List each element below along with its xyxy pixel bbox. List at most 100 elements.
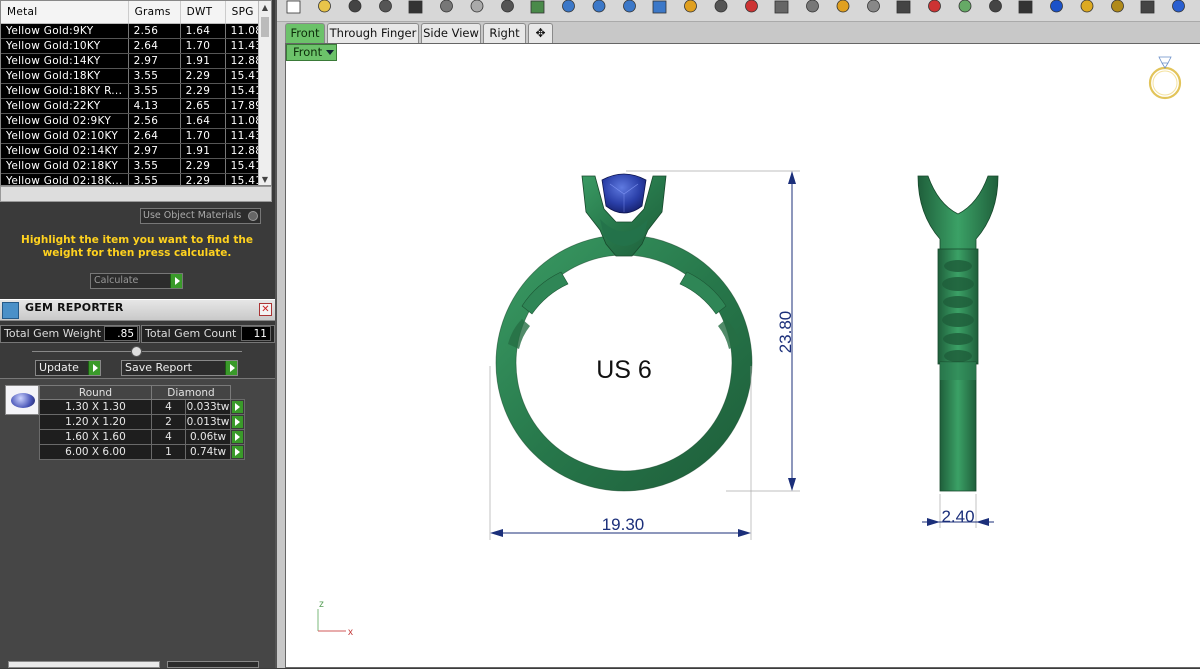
new-file-icon[interactable] [286,0,301,14]
calculate-label: Calculate [94,275,139,286]
metal-row[interactable]: Yellow Gold:18KY R... 3.55 2.29 15.41 [1,83,269,99]
tab-right[interactable]: Right [483,23,526,43]
metal-row[interactable]: Yellow Gold:18KY 3.55 2.29 15.41 [1,68,269,84]
light-icon[interactable] [867,0,880,13]
metal-row[interactable]: Yellow Gold:14KY 2.97 1.91 12.88 [1,53,269,69]
zoom-extents-icon[interactable] [652,0,667,14]
gem-row[interactable]: 1.30 X 1.30 4 0.033tw [39,399,245,415]
bottom-dropdown[interactable] [8,661,160,668]
metal-row[interactable]: Yellow Gold:10KY 2.64 1.70 11.43 [1,38,269,54]
bottom-controls [0,660,275,668]
gem-shape-header: Round [39,385,152,400]
add-tab-icon[interactable]: ✥ [528,23,553,43]
history-icon[interactable] [806,0,819,13]
metal-row[interactable]: Yellow Gold 02:10KY 2.64 1.70 11.43 [1,128,269,144]
gem-row[interactable]: 1.20 X 1.20 2 0.013tw [39,414,245,430]
wand-icon[interactable] [1080,0,1094,13]
metal-row[interactable]: Yellow Gold:9KY 2.56 1.64 11.08 [1,23,269,39]
play-arrow-icon [170,274,182,288]
paste-icon[interactable] [470,0,484,13]
radio-icon[interactable] [248,211,258,221]
chevron-down-icon [326,50,334,55]
ring-drawing[interactable]: 23.80 19.30 US 6 2.40 z x [286,44,1200,669]
metal-name-cell: Yellow Gold 02:10KY [1,128,129,144]
help-icon[interactable] [1172,0,1185,13]
update-button[interactable]: Update [35,360,101,376]
shade-icon[interactable] [928,0,941,13]
metal-row[interactable]: Yellow Gold 02:18KY 3.55 2.29 15.41 [1,158,269,174]
metal-name-cell: Yellow Gold:18KY [1,68,129,84]
gem-count-cell: 4 [151,399,186,415]
metal-row[interactable]: Yellow Gold:22KY 4.13 2.65 17.89 [1,98,269,114]
copy-icon[interactable] [440,0,453,13]
dwt-cell: 1.91 [180,143,226,159]
render-icon[interactable] [989,0,1002,13]
grams-cell: 2.56 [128,113,181,129]
select-gem-button[interactable] [230,444,245,460]
scroll-down-icon[interactable]: ▼ [259,173,271,185]
gem-size-cell: 1.60 X 1.60 [39,429,152,445]
globe-icon[interactable] [1050,0,1063,13]
open-folder-icon[interactable] [318,0,331,13]
play-arrow-icon [225,361,237,375]
select-gem-button[interactable] [230,429,245,445]
snap-icon[interactable] [774,0,789,14]
save-report-label: Save Report [125,361,192,374]
metal-name-cell: Yellow Gold:14KY [1,53,129,69]
close-icon[interactable]: ✕ [259,303,272,316]
metal-row[interactable]: Yellow Gold 02:9KY 2.56 1.64 11.08 [1,113,269,129]
bottom-field[interactable] [167,661,259,668]
pan-icon[interactable] [501,0,514,13]
gem-thumbnail[interactable] [5,385,39,415]
front-viewport[interactable]: 23.80 19.30 US 6 2.40 z x Front [285,43,1200,668]
metal-name-cell: Yellow Gold:9KY [1,23,129,39]
print-icon[interactable] [379,0,392,13]
gem-count-cell: 1 [151,444,186,460]
axis-z-label: z [319,599,324,610]
select-icon[interactable] [1140,0,1155,14]
car-icon[interactable] [745,0,758,13]
column-header-metal[interactable]: Metal [1,1,129,24]
slider-handle[interactable] [131,346,142,357]
metal-row[interactable]: Yellow Gold 02:18K... 3.55 2.29 15.41 [1,173,269,185]
scroll-up-icon[interactable]: ▲ [259,1,271,15]
ring-navigator-icon[interactable] [1148,56,1182,100]
use-object-materials-toggle[interactable]: Use Object Materials [140,208,261,224]
rotate-icon[interactable] [530,0,545,14]
metal-name-cell: Yellow Gold:18KY R... [1,83,129,99]
select-gem-button[interactable] [230,414,245,430]
lamp-icon[interactable] [896,0,911,14]
zoom-window-icon[interactable] [623,0,636,13]
grid-icon[interactable] [714,0,728,13]
view-label-dropdown[interactable]: Front [286,44,337,61]
height-dimension-label: 23.80 [776,311,795,354]
calculate-button[interactable]: Calculate [90,273,183,289]
gem-table: Round Diamond 1.30 X 1.30 4 0.033tw 1.20 X … [39,385,245,460]
use-object-materials-label: Use Object Materials [143,210,242,221]
scroll-thumb[interactable] [261,17,269,37]
gear-icon[interactable] [1111,0,1124,13]
tab-through-finger[interactable]: Through Finger [327,23,419,43]
tab-side-view[interactable]: Side View [421,23,481,43]
save-icon[interactable] [348,0,362,13]
zoom-in-icon[interactable] [562,0,575,13]
metal-table-horizontal-scrollbar[interactable] [0,186,272,202]
left-panel: Metal Grams DWT SPG Yellow Gold:9KY 2.56 1… [0,0,277,668]
save-report-button[interactable]: Save Report [121,360,238,376]
zoom-selected-icon[interactable] [684,0,697,13]
material-icon[interactable] [958,0,972,13]
sphere-icon[interactable] [1018,0,1033,14]
column-header-dwt[interactable]: DWT [180,1,226,24]
select-gem-button[interactable] [230,399,245,415]
metal-row[interactable]: Yellow Gold 02:14KY 2.97 1.91 12.88 [1,143,269,159]
gem-row[interactable]: 1.60 X 1.60 4 0.06tw [39,429,245,445]
tab-front[interactable]: Front [285,23,325,43]
cut-icon[interactable] [408,0,423,14]
zoom-out-icon[interactable] [592,0,606,13]
metal-table-scrollbar[interactable]: ▲ ▼ [258,1,271,185]
gem-row[interactable]: 6.00 X 6.00 1 0.74tw [39,444,245,460]
grams-cell: 2.64 [128,38,181,54]
column-header-grams[interactable]: Grams [128,1,181,24]
layers-icon[interactable] [836,0,850,13]
metal-name-cell: Yellow Gold:10KY [1,38,129,54]
